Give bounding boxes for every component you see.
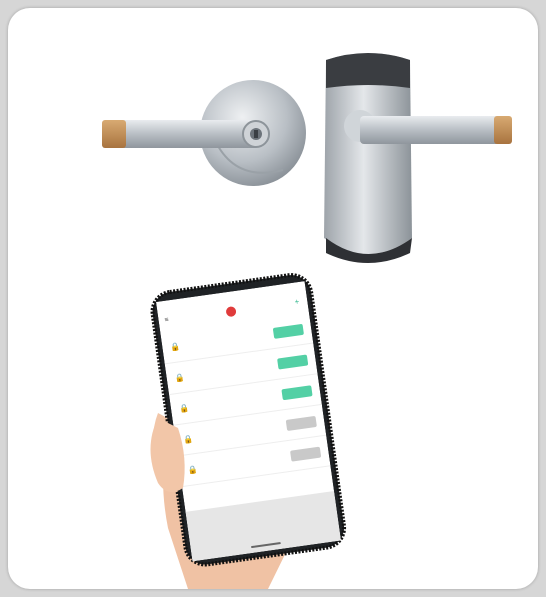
unlock-button[interactable] <box>281 384 313 400</box>
lever-lock-left <box>102 80 306 186</box>
lock-icon: 🔒 <box>174 372 186 383</box>
unlock-button[interactable] <box>277 354 309 370</box>
product-card: ≡ + 🔒 🔒 🔒 🔒 🔒 <box>8 8 538 589</box>
electronic-lock-right <box>324 53 512 263</box>
lock-icon: 🔒 <box>187 464 199 475</box>
unlock-button-disabled <box>289 446 322 462</box>
reader-panel <box>326 53 410 88</box>
app-logo <box>225 305 237 318</box>
lock-icon: 🔒 <box>178 402 190 414</box>
menu-icon[interactable]: ≡ <box>164 316 169 324</box>
bottom-area <box>185 491 342 562</box>
add-icon[interactable]: + <box>294 297 300 307</box>
lever-tip-left <box>102 120 126 148</box>
lock-icon: 🔒 <box>169 341 181 352</box>
lever-tip-right <box>494 116 512 144</box>
unlock-button[interactable] <box>272 323 304 339</box>
lock-icon: 🔒 <box>182 433 194 444</box>
unlock-button-disabled <box>285 415 317 431</box>
product-illustration: ≡ + 🔒 🔒 🔒 🔒 🔒 <box>102 53 512 589</box>
